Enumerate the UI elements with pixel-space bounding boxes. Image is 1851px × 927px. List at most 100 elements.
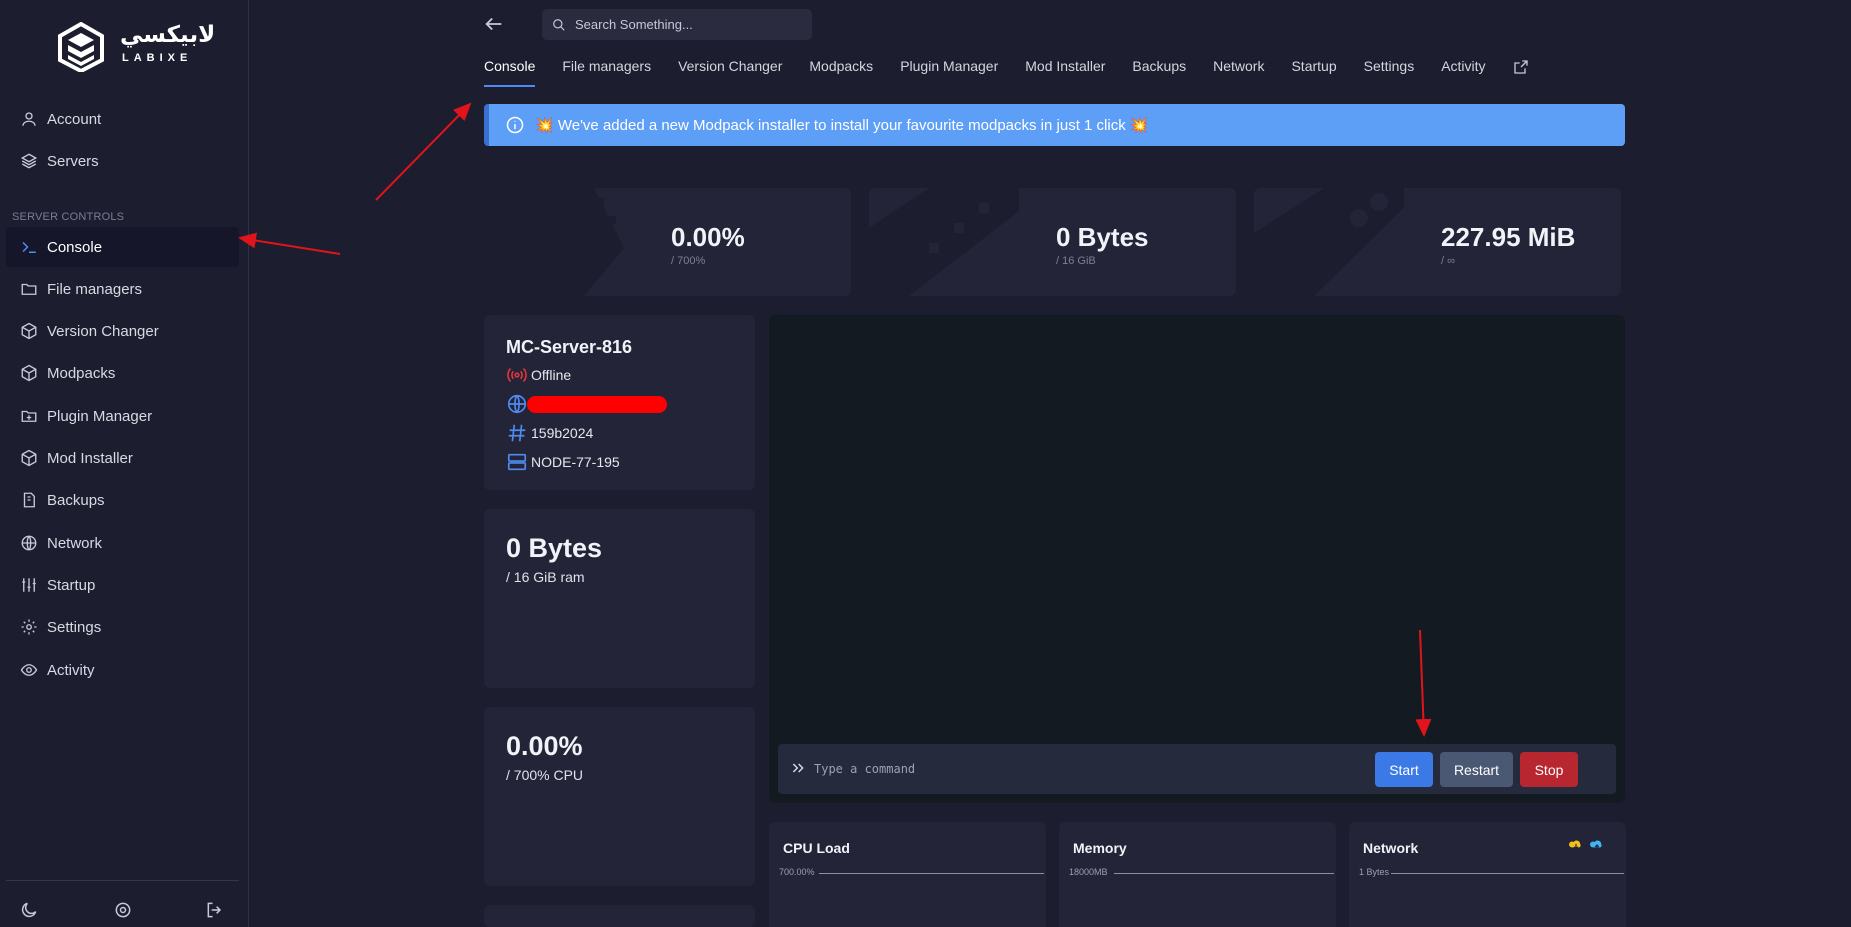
cpu-card: 0.00% / 700% CPU [484, 707, 755, 886]
sidebar-item-modpacks[interactable]: Modpacks [6, 353, 239, 393]
sidebar-item-label: Backups [47, 491, 105, 509]
cpu-graph-card: CPU Load 700.00% [769, 822, 1046, 927]
settings-button[interactable] [113, 900, 133, 920]
server-status-row: Offline [506, 364, 571, 386]
disk-stat-limit: / ∞ [1441, 255, 1455, 267]
memory-limit: / 16 GiB ram [506, 569, 585, 585]
search-icon [553, 18, 565, 31]
sidebar-item-version-changer[interactable]: Version Changer [6, 311, 239, 351]
sidebar-item-label: Startup [47, 576, 96, 594]
cube-logo-icon [58, 22, 104, 72]
globe-icon [21, 535, 37, 551]
globe-icon [507, 394, 527, 414]
tab-startup[interactable]: Startup [1291, 58, 1336, 88]
announcement-banner: 💥 We've added a new Modpack installer to… [484, 104, 1625, 146]
sidebar-item-label: Activity [47, 661, 95, 679]
cpu-limit: / 700% CPU [506, 767, 584, 783]
back-button[interactable] [483, 13, 505, 35]
tab-activity[interactable]: Activity [1441, 58, 1485, 88]
sidebar-item-label: Servers [47, 152, 99, 170]
server-node: NODE-77-195 [531, 454, 620, 470]
section-label: SERVER CONTROLS [12, 211, 125, 223]
graph-title: CPU Load [783, 840, 850, 856]
moon-icon [21, 902, 37, 918]
tab-backups[interactable]: Backups [1132, 58, 1186, 88]
command-input[interactable] [814, 754, 1374, 784]
stop-button[interactable]: Stop [1520, 752, 1578, 787]
chevrons-right-icon [792, 763, 804, 773]
sliders-icon [22, 578, 36, 592]
memory-card: 0 Bytes / 16 GiB ram [484, 509, 755, 688]
command-bar: Start Restart Stop [778, 744, 1616, 794]
search-placeholder: Search Something... [575, 17, 693, 32]
sidebar-item-activity[interactable]: Activity [6, 650, 239, 690]
memory-stick-icon [869, 188, 1019, 296]
graph-gridline [819, 873, 1044, 874]
box-icon [21, 449, 37, 467]
tab-plugin-manager[interactable]: Plugin Manager [900, 58, 998, 88]
sidebar-item-label: Console [47, 238, 103, 256]
sidebar-item-label: Network [47, 534, 103, 552]
tab-console[interactable]: Console [484, 58, 536, 88]
tab-settings[interactable]: Settings [1364, 58, 1415, 88]
tab-network[interactable]: Network [1213, 58, 1264, 88]
sidebar-item-console[interactable]: Console [6, 227, 239, 267]
disk-stat-value: 227.95 MiB [1441, 222, 1576, 252]
sidebar-item-backups[interactable]: Backups [6, 480, 239, 520]
sidebar-item-account[interactable]: Account [6, 99, 239, 139]
logout-button[interactable] [205, 900, 225, 920]
logout-icon [207, 902, 222, 918]
restart-button[interactable]: Restart [1440, 752, 1513, 787]
cpu-stat-value: 0.00% [671, 222, 745, 252]
sidebar-item-mod-installer[interactable]: Mod Installer [6, 438, 239, 478]
sidebar-item-label: Plugin Manager [47, 407, 153, 425]
graph-title: Memory [1073, 840, 1127, 856]
annotation-arrow [238, 232, 341, 255]
annotation-arrow [375, 102, 472, 201]
terminal-icon [22, 241, 36, 253]
sidebar-item-label: Mod Installer [47, 449, 133, 467]
start-button[interactable]: Start [1375, 752, 1433, 787]
sidebar-item-network[interactable]: Network [6, 523, 239, 563]
box-icon [21, 322, 37, 340]
layers-icon [20, 153, 38, 169]
user-icon [22, 112, 36, 126]
network-graph-card: Network 1 Bytes [1349, 822, 1626, 927]
sidebar-item-label: Settings [47, 618, 102, 636]
tab-modpacks[interactable]: Modpacks [809, 58, 873, 88]
tab-mod-installer[interactable]: Mod Installer [1025, 58, 1105, 88]
disk-stat-card: 227.95 MiB / ∞ [1254, 188, 1621, 296]
graph-axis-label: 18000MB [1069, 867, 1108, 877]
banner-text: 💥 We've added a new Modpack installer to… [535, 117, 1149, 134]
tab-file-managers[interactable]: File managers [562, 58, 651, 88]
sidebar-item-startup[interactable]: Startup [6, 565, 239, 605]
hash-icon [508, 424, 526, 442]
sidebar-item-plugin-manager[interactable]: Plugin Manager [6, 396, 239, 436]
search-input[interactable]: Search Something... [542, 9, 812, 40]
sidebar-item-settings[interactable]: Settings [6, 607, 239, 647]
redacted-address [527, 395, 667, 413]
brand-logo[interactable]: لابيكسي LABIXE [58, 22, 215, 72]
sidebar-divider [6, 880, 239, 881]
next-card [484, 905, 755, 927]
external-link-icon[interactable] [1513, 59, 1529, 75]
graph-axis-label: 1 Bytes [1359, 867, 1390, 877]
tab-version-changer[interactable]: Version Changer [678, 58, 782, 88]
archive-icon [23, 492, 35, 508]
cpu-value: 0.00% [506, 731, 583, 761]
server-id: 159b2024 [531, 425, 594, 441]
theme-toggle-button[interactable] [19, 900, 39, 920]
sidebar-item-file-managers[interactable]: File managers [6, 269, 239, 309]
memory-stat-limit: / 16 GiB [1056, 255, 1096, 267]
cpu-stat-card: 0.00% / 700% [484, 188, 851, 296]
memory-stat-card: 0 Bytes / 16 GiB [869, 188, 1236, 296]
server-id-row: 159b2024 [506, 422, 593, 444]
server-node-row: NODE-77-195 [506, 451, 620, 473]
brand-arabic: لابيكسي [120, 22, 216, 48]
server-address-row [506, 393, 667, 415]
disk-icon [1254, 188, 1404, 296]
console-output[interactable]: Start Restart Stop [769, 315, 1625, 803]
sidebar-item-servers[interactable]: Servers [6, 141, 239, 181]
server-info-card: MC-Server-816 Offline 159b2024 NODE-77-1… [484, 315, 755, 490]
download-cloud-icon [1569, 840, 1581, 850]
